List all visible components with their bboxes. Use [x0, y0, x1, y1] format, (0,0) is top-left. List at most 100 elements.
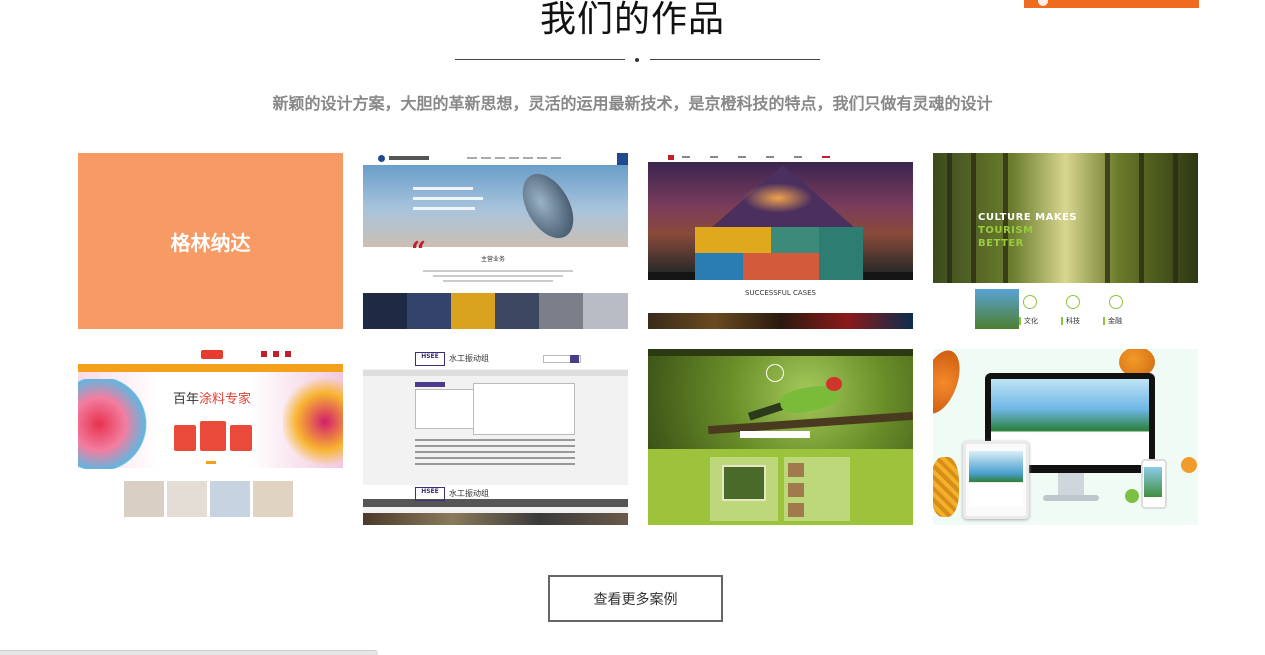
thumb-strip-image	[539, 293, 583, 329]
thumb-flag-icon	[285, 351, 291, 357]
thumb-search-box	[740, 431, 810, 438]
view-more-cases-button[interactable]: 查看更多案例	[548, 575, 723, 622]
thumb-strip-image	[451, 293, 495, 329]
thumb-nav	[648, 349, 913, 356]
tech-icon	[1066, 295, 1080, 309]
thumb-nav	[363, 370, 628, 376]
tree-trunk	[1105, 153, 1110, 283]
tab-label-finance: 金融	[1108, 317, 1122, 325]
paint-splash-left	[78, 379, 148, 469]
hero-headline-line: TOURISM	[978, 225, 1034, 236]
thumb-nav-item	[766, 156, 774, 158]
thumb-nav-item	[495, 157, 505, 159]
paint-bucket-image	[230, 425, 252, 451]
carousel-indicator	[206, 461, 216, 464]
hero-headline: CULTURE MAKES TOURISM BETTER	[978, 211, 1077, 250]
title-divider-dot	[635, 58, 639, 62]
tab-bar	[1019, 317, 1021, 325]
thumb-nav-item	[710, 156, 718, 158]
case-card-bird-nature[interactable]	[648, 349, 913, 525]
papaya-half-image	[933, 349, 968, 419]
thumb-para-line	[443, 280, 553, 282]
thumb-search-button	[570, 355, 579, 363]
phone-screen	[1144, 467, 1162, 497]
case-card-alpina-paint[interactable]: 百年涂料专家	[78, 349, 343, 525]
hero-headline-line: BETTER	[978, 238, 1024, 249]
tab-label-culture: 文化	[1024, 317, 1038, 325]
thumb-row	[415, 439, 575, 441]
case-card-hsee-vibration[interactable]: HSEE 水工振动组 HSEE 水工振动组	[363, 349, 628, 525]
thumb-photo	[975, 289, 1019, 329]
thumb-strip-image	[363, 293, 407, 329]
case-card-label: 格林纳达	[170, 230, 251, 255]
thumb-logo-icon	[668, 155, 674, 160]
lime-image	[1125, 489, 1139, 503]
tab-bar	[1061, 317, 1063, 325]
tablet-screen	[969, 451, 1023, 507]
thumb-hero	[363, 165, 628, 247]
thumb-nav-item	[481, 157, 491, 159]
paint-bucket-image	[174, 425, 196, 451]
paint-splash-right	[283, 374, 343, 469]
thumb-logo-icon	[766, 364, 784, 382]
thumb-header	[363, 349, 628, 369]
case-card-culture-tourism[interactable]: CULTURE MAKES TOURISM BETTER 文化 科技 金融	[933, 153, 1198, 329]
orange-fruit-image	[1181, 457, 1197, 473]
thumb-panel-image	[722, 465, 766, 501]
hero-headline-line: CULTURE MAKES	[978, 212, 1078, 223]
tree-trunk	[947, 153, 952, 283]
hsee-logo: HSEE	[415, 487, 445, 501]
title-divider-right	[650, 59, 820, 60]
case-grid: 格林纳达 “ 主营业务 SUCCESSFUL CASES CULTURE MAK…	[78, 153, 1198, 525]
thumb-row	[415, 463, 575, 465]
tree-trunk	[971, 153, 976, 283]
case-card-volcano-light[interactable]: SUCCESSFUL CASES	[648, 153, 913, 329]
culture-icon	[1023, 295, 1037, 309]
monitor-stand	[1058, 473, 1084, 497]
bottom-scrollbar[interactable]	[0, 650, 378, 655]
thumb-tile	[695, 227, 771, 253]
hero-title-highlight: 涂料专家	[199, 392, 252, 407]
case-card-responsive-fruit[interactable]	[933, 349, 1198, 525]
thumb-nav-item	[537, 157, 547, 159]
case-card-grenada[interactable]: 格林纳达	[78, 153, 343, 329]
thumb-nav-item	[551, 157, 561, 159]
thumb-tile	[819, 227, 863, 281]
alpina-logo	[201, 350, 223, 359]
thumb-row	[415, 457, 575, 459]
thumb-tile	[695, 253, 743, 281]
thumb-flag-icon	[273, 351, 279, 357]
tab-bar	[1103, 317, 1105, 325]
thumb-nav-band	[78, 364, 343, 372]
thumb-logo-text	[389, 156, 429, 160]
thumb-strip-image	[407, 293, 451, 329]
hsee-logo: HSEE	[415, 352, 445, 366]
thumb-nav-item	[682, 156, 690, 158]
thumb-highlight	[415, 382, 445, 387]
site-name: 水工振动组	[449, 354, 489, 363]
thumb-photo	[210, 481, 250, 517]
thumb-nav-item	[794, 156, 802, 158]
section-title: 我们的作品	[539, 0, 725, 40]
case-card-satellite-company[interactable]: “ 主营业务	[363, 153, 628, 329]
quote-mark: “	[411, 237, 426, 267]
hero-text-line	[413, 207, 475, 210]
thumb-mini-image	[788, 503, 804, 517]
thumb-flag-icon	[261, 351, 267, 357]
finance-icon	[1109, 295, 1123, 309]
pineapple-image	[933, 457, 959, 517]
thumb-logo-icon	[378, 155, 385, 162]
thumb-nav-item	[738, 156, 746, 158]
thumb-photo-strip	[363, 513, 628, 525]
tree-trunk	[1173, 153, 1178, 283]
thumb-row	[415, 445, 575, 447]
title-divider-left	[455, 59, 625, 60]
hero-text-line	[413, 197, 483, 200]
thumb-nav-item	[523, 157, 533, 159]
thumb-nav-item	[509, 157, 519, 159]
thumb-nav-item	[467, 157, 477, 159]
thumb-caption: SUCCESSFUL CASES	[745, 289, 816, 297]
thumb-photo	[253, 481, 293, 517]
thumb-bottom-strip	[648, 313, 913, 329]
thumb-nav-button	[617, 153, 628, 165]
